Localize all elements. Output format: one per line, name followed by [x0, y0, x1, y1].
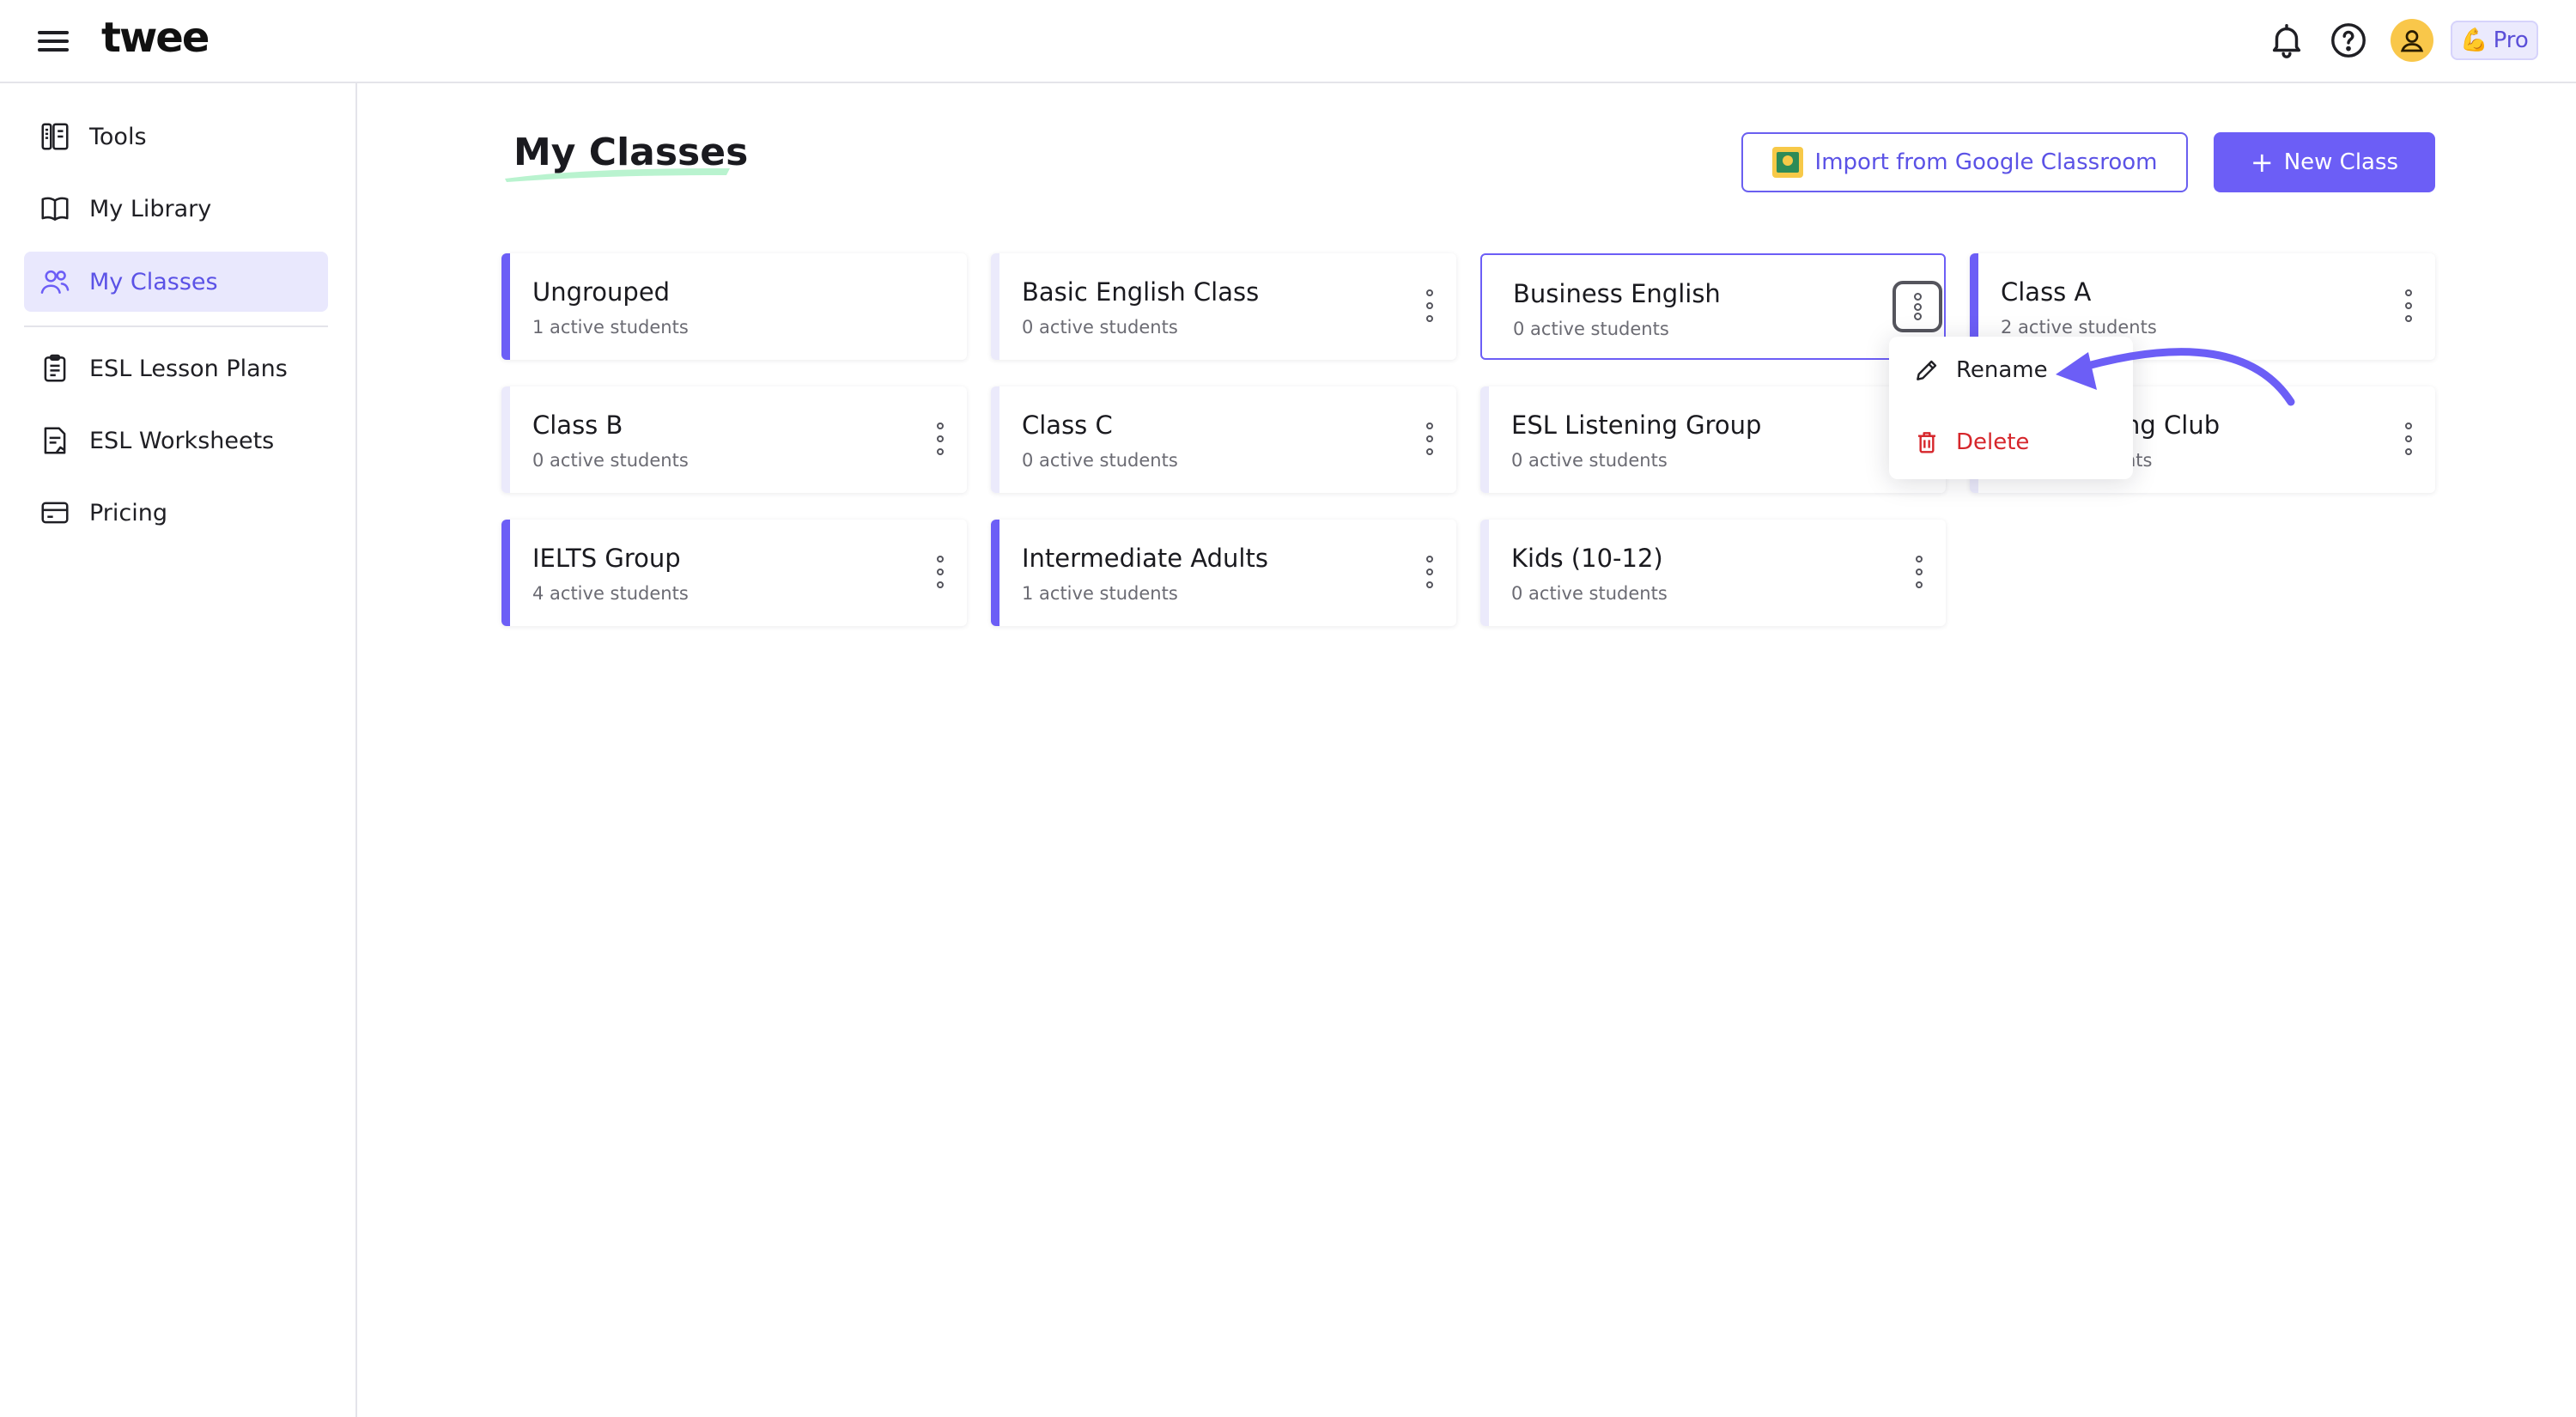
twee-logo[interactable]: twee: [101, 14, 210, 62]
class-student-count: 0 active students: [1511, 450, 1668, 471]
import-label: Import from Google Classroom: [1814, 149, 2158, 175]
sidebar: Tools My Library My Classes ESL Lesson P…: [0, 83, 357, 1417]
more-options-icon[interactable]: [933, 552, 948, 592]
card-accent-bar: [501, 253, 510, 360]
class-student-count: 0 active students: [1513, 319, 1669, 339]
more-options-icon[interactable]: [1422, 552, 1437, 592]
more-options-icon[interactable]: [1422, 286, 1437, 325]
sidebar-item-label: ESL Worksheets: [89, 427, 275, 454]
class-student-count: 0 active students: [1511, 583, 1668, 604]
card-accent-bar: [501, 386, 510, 493]
class-card-ungrouped[interactable]: Ungrouped 1 active students: [501, 253, 967, 360]
class-card-basic-english[interactable]: Basic English Class 0 active students: [991, 253, 1456, 360]
sidebar-item-my-classes[interactable]: My Classes: [24, 252, 328, 312]
class-name: Business English: [1513, 279, 1721, 308]
class-card-ielts-group[interactable]: IELTS Group 4 active students: [501, 520, 967, 626]
more-options-icon[interactable]: [1893, 281, 1942, 332]
sidebar-item-label: Tools: [89, 123, 147, 150]
tools-icon: [38, 119, 72, 154]
page-title: My Classes: [513, 131, 749, 174]
class-name: IELTS Group: [532, 544, 681, 573]
users-icon: [38, 265, 72, 299]
pro-label: Pro: [2493, 27, 2529, 53]
sidebar-divider: [24, 325, 328, 327]
book-icon: [38, 192, 72, 226]
sidebar-item-label: My Classes: [89, 268, 218, 295]
sidebar-item-esl-worksheets[interactable]: ESL Worksheets: [24, 411, 328, 471]
sidebar-item-label: ESL Lesson Plans: [89, 355, 288, 382]
rename-label: Rename: [1956, 357, 2048, 383]
card-accent-bar: [991, 253, 999, 360]
sidebar-item-tools[interactable]: Tools: [24, 106, 328, 167]
more-options-icon[interactable]: [2401, 286, 2416, 325]
more-options-icon[interactable]: [2401, 419, 2416, 459]
delete-label: Delete: [1956, 429, 2030, 455]
card-icon: [38, 496, 72, 530]
more-options-icon[interactable]: [1911, 552, 1927, 592]
class-card-kids[interactable]: Kids (10-12) 0 active students: [1480, 520, 1946, 626]
class-name: Ungrouped: [532, 277, 671, 307]
sidebar-item-esl-lesson-plans[interactable]: ESL Lesson Plans: [24, 338, 328, 398]
class-options-menu: Rename Delete: [1889, 337, 2133, 479]
delete-menu-item[interactable]: Delete: [1913, 421, 2029, 464]
rename-menu-item[interactable]: Rename: [1913, 349, 2048, 392]
sidebar-item-label: Pricing: [89, 499, 168, 526]
clipboard-icon: [38, 351, 72, 386]
sidebar-item-label: My Library: [89, 195, 212, 222]
top-header: twee 💪 Pro: [0, 0, 2576, 83]
card-accent-bar: [1480, 386, 1489, 493]
more-options-icon[interactable]: [933, 419, 948, 459]
class-card-business-english[interactable]: Business English 0 active students: [1480, 253, 1946, 360]
class-name: Class C: [1022, 411, 1113, 440]
class-card-intermediate-adults[interactable]: Intermediate Adults 1 active students: [991, 520, 1456, 626]
sidebar-item-pricing[interactable]: Pricing: [24, 483, 328, 543]
class-name: Class A: [2001, 277, 2092, 307]
new-class-button[interactable]: + New Class: [2214, 132, 2435, 192]
class-card-class-c[interactable]: Class C 0 active students: [991, 386, 1456, 493]
notification-bell-icon[interactable]: [2267, 21, 2306, 60]
trash-icon: [1918, 432, 1935, 453]
import-google-classroom-button[interactable]: Import from Google Classroom: [1741, 132, 2188, 192]
card-accent-bar: [1480, 520, 1489, 626]
plus-icon: +: [2250, 146, 2274, 179]
class-student-count: 4 active students: [532, 583, 689, 604]
class-name: Kids (10-12): [1511, 544, 1663, 573]
class-student-count: 0 active students: [532, 450, 689, 471]
new-class-label: New Class: [2283, 149, 2399, 175]
class-student-count: 0 active students: [1022, 317, 1178, 338]
class-student-count: 1 active students: [1022, 583, 1178, 604]
class-name: Intermediate Adults: [1022, 544, 1268, 573]
class-card-class-b[interactable]: Class B 0 active students: [501, 386, 967, 493]
more-options-icon[interactable]: [1422, 419, 1437, 459]
class-name: Basic English Class: [1022, 277, 1260, 307]
class-student-count: 0 active students: [1022, 450, 1178, 471]
google-classroom-icon: [1771, 147, 1803, 178]
class-name: ng Club: [2124, 411, 2221, 440]
card-accent-bar: [991, 520, 999, 626]
user-avatar-icon[interactable]: [2391, 19, 2433, 62]
card-accent-bar: [501, 520, 510, 626]
worksheet-icon: [38, 423, 72, 458]
class-name: Class B: [532, 411, 623, 440]
pro-badge[interactable]: 💪 Pro: [2451, 21, 2538, 60]
hamburger-menu-icon[interactable]: [38, 27, 72, 55]
flexed-bicep-icon: 💪: [2460, 27, 2488, 53]
card-accent-bar: [991, 386, 999, 493]
sidebar-item-my-library[interactable]: My Library: [24, 179, 328, 239]
class-student-count: 1 active students: [532, 317, 689, 338]
pencil-icon: [1917, 360, 1937, 380]
help-icon[interactable]: [2329, 21, 2368, 60]
class-name: ESL Listening Group: [1511, 411, 1762, 440]
class-student-count: 2 active students: [2001, 317, 2157, 338]
class-card-esl-listening-group[interactable]: ESL Listening Group 0 active students: [1480, 386, 1946, 493]
